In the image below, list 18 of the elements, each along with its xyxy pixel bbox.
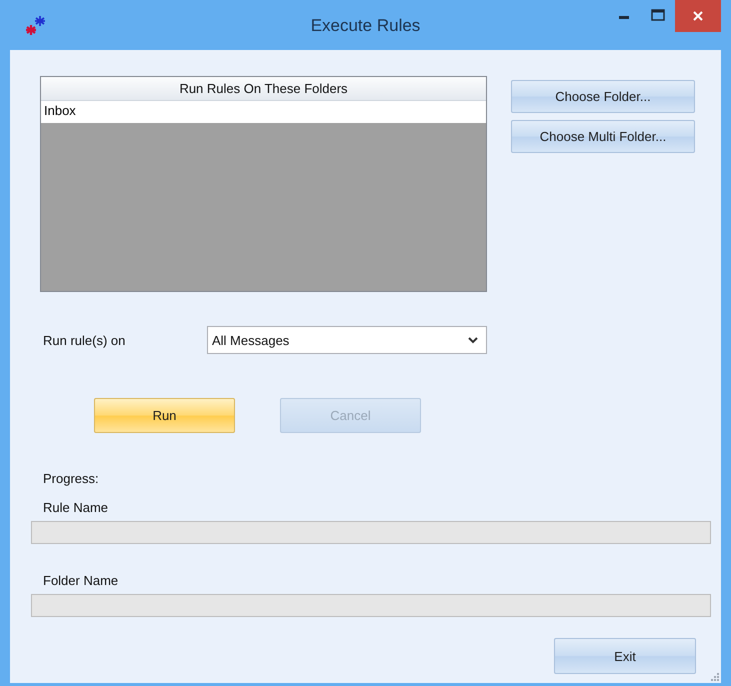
chevron-icon	[468, 336, 478, 344]
progress-label: Progress:	[43, 471, 99, 486]
choose-folder-button[interactable]: Choose Multi Folder...	[511, 120, 695, 153]
progress-bar-label: Rule Name	[43, 500, 108, 515]
run-on-label: Run rule(s) on	[43, 332, 126, 348]
choose-folder-button[interactable]: Choose Folder...	[511, 80, 695, 113]
app-icon	[24, 15, 46, 35]
run-on-dropdown[interactable]: All Messages	[207, 326, 487, 354]
progress-bar-label: Folder Name	[43, 573, 118, 588]
close-button[interactable]	[675, 0, 721, 32]
resize-grip-icon[interactable]	[711, 673, 719, 681]
exit-button[interactable]: Exit	[554, 638, 696, 674]
window-title: Execute Rules	[310, 16, 420, 36]
close-icon	[692, 10, 704, 22]
maximize-icon	[651, 9, 665, 21]
folder-row[interactable]: Inbox	[41, 101, 486, 123]
run-button[interactable]: Run	[94, 398, 235, 433]
column-header: Run Rules On These Folders	[41, 77, 486, 101]
